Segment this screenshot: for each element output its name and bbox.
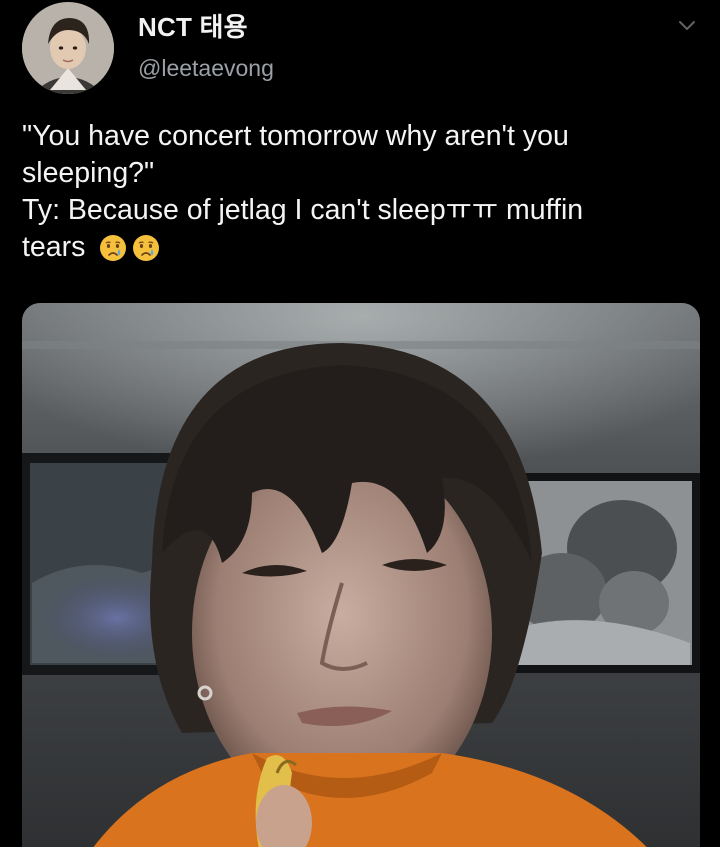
tweet-text: "You have concert tomorrow why aren't yo…	[22, 118, 692, 272]
tweet-text-line-last: tears	[22, 229, 692, 272]
tweet-media-photo[interactable]	[22, 303, 700, 847]
tweet-text-line: Ty: Because of jetlag I can't sleepㅠㅠ mu…	[22, 194, 584, 226]
crying-face-emoji-icon	[132, 234, 160, 262]
photo-image	[22, 303, 700, 847]
tweet-text-line: sleeping?"	[22, 157, 155, 189]
chevron-down-icon[interactable]	[676, 14, 698, 36]
emoji-group	[99, 234, 165, 272]
author-header: NCT 태용 @leetaevong	[138, 11, 274, 83]
tweet-text-line: tears	[22, 231, 86, 263]
author-handle[interactable]: @leetaevong	[138, 53, 274, 83]
tweet-text-line: "You have concert tomorrow why aren't yo…	[22, 120, 569, 152]
avatar-photo	[22, 2, 114, 94]
crying-face-emoji-icon	[99, 234, 127, 262]
author-display-name[interactable]: NCT 태용	[138, 11, 274, 43]
tweet: NCT 태용 @leetaevong "You have concert tom…	[0, 0, 720, 847]
author-avatar[interactable]	[22, 2, 114, 94]
